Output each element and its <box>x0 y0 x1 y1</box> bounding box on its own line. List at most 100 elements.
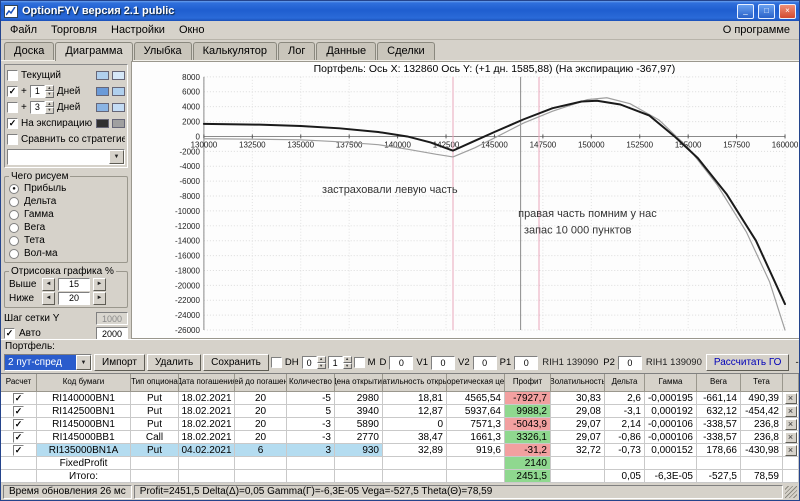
p1-input[interactable]: 0 <box>514 356 538 370</box>
tab-deals[interactable]: Сделки <box>377 42 435 60</box>
spin-down-icon[interactable]: ▼ <box>45 91 54 98</box>
spin-down-icon[interactable]: ▼ <box>45 107 54 114</box>
table-row[interactable]: Итого:2451,50,05-6,3E-05-527,578,59 <box>1 470 799 483</box>
draw-option-vega[interactable]: Вега <box>9 221 123 234</box>
save-button[interactable]: Сохранить <box>203 354 269 371</box>
tab-diagram[interactable]: Диаграмма <box>55 42 132 61</box>
chevron-down-icon[interactable]: ▼ <box>76 355 91 370</box>
column-header[interactable]: Гамма <box>645 374 697 392</box>
v2-input[interactable]: 0 <box>473 356 497 370</box>
column-header[interactable]: Волатильность <box>551 374 605 392</box>
table-row[interactable]: FixedProfit2140 <box>1 457 799 470</box>
column-header[interactable]: Теоретическая цена <box>447 374 505 392</box>
table-row[interactable]: ✓RI140000BN1Put18.02.202120-5298018,8145… <box>1 392 799 405</box>
menu-about[interactable]: О программе <box>716 22 797 38</box>
m-checkbox[interactable] <box>354 357 365 368</box>
delete-button[interactable]: Удалить <box>147 354 201 371</box>
import-button[interactable]: Импорт <box>94 354 145 371</box>
decrease-button[interactable]: ◄ <box>42 292 55 305</box>
color-swatch[interactable] <box>112 71 125 80</box>
draw-option-theta[interactable]: Тета <box>9 234 123 247</box>
column-header[interactable] <box>783 374 799 392</box>
draw-what-title: Чего рисуем <box>9 171 70 182</box>
increase-button[interactable]: ► <box>93 292 106 305</box>
dh-checkbox[interactable] <box>271 357 282 368</box>
color-swatch[interactable] <box>96 87 109 96</box>
row-close-button[interactable]: × <box>785 393 797 404</box>
column-header[interactable]: Профит <box>505 374 551 392</box>
tab-smile[interactable]: Улыбка <box>134 42 192 60</box>
column-header[interactable]: Код бумаги <box>37 374 131 392</box>
column-header[interactable]: Цена открытия <box>335 374 383 392</box>
column-header[interactable]: Тип опциона <box>131 374 179 392</box>
curve-label-plus1: Дней <box>57 86 93 97</box>
table-row[interactable]: ✓RI145000BB1Call18.02.202120-3277038,471… <box>1 431 799 444</box>
minimize-button[interactable]: _ <box>737 4 754 19</box>
menu-trade[interactable]: Торговля <box>44 22 104 38</box>
column-header[interactable]: Расчет <box>1 374 37 392</box>
column-header[interactable]: Дней до погашения <box>235 374 287 392</box>
curve-checkbox-expiration[interactable]: ✓ <box>7 118 18 129</box>
tab-calculator[interactable]: Калькулятор <box>193 42 277 60</box>
color-swatch[interactable] <box>96 103 109 112</box>
column-header[interactable]: Дата погашения <box>179 374 235 392</box>
close-button[interactable]: × <box>779 4 796 19</box>
auto-grid-checkbox[interactable]: ✓ <box>4 328 15 339</box>
v1-input[interactable]: 0 <box>431 356 455 370</box>
dh-spinner-2[interactable]: 1▲▼ <box>328 356 352 369</box>
menu-file[interactable]: Файл <box>3 22 44 38</box>
row-checkbox[interactable]: ✓ <box>13 445 24 456</box>
color-swatch[interactable] <box>112 103 125 112</box>
spin-down-icon[interactable]: ▼ <box>317 363 326 370</box>
tab-data[interactable]: Данные <box>316 42 376 60</box>
curve-checkbox-plus1[interactable]: ✓ <box>7 86 18 97</box>
days-spinner-plus3[interactable]: 3▲▼ <box>30 101 54 114</box>
p2-input[interactable]: 0 <box>618 356 642 370</box>
strategy-combo[interactable]: ▼ <box>7 149 125 165</box>
column-header[interactable]: Вега <box>697 374 741 392</box>
row-checkbox[interactable]: ✓ <box>13 393 24 404</box>
column-header[interactable]: Волатильность открытия <box>383 374 447 392</box>
chevron-down-icon[interactable]: ▼ <box>109 150 124 164</box>
column-header[interactable]: Количество <box>287 374 335 392</box>
days-spinner-plus1[interactable]: 1▲▼ <box>30 85 54 98</box>
row-close-button[interactable]: × <box>785 445 797 456</box>
color-swatch[interactable] <box>96 71 109 80</box>
tab-board[interactable]: Доска <box>4 42 54 60</box>
color-swatch[interactable] <box>96 119 109 128</box>
column-header[interactable]: Тета <box>741 374 783 392</box>
payoff-chart[interactable]: -26000-24000-22000-20000-18000-16000-140… <box>131 61 799 339</box>
maximize-button[interactable]: □ <box>758 4 775 19</box>
menu-window[interactable]: Окно <box>172 22 212 38</box>
decrease-button[interactable]: ◄ <box>42 278 55 291</box>
row-close-button[interactable]: × <box>785 432 797 443</box>
grid-step-y-input[interactable]: 1000 <box>96 312 128 325</box>
table-row[interactable]: ✓RI142500BN1Put18.02.2021205394012,87593… <box>1 405 799 418</box>
d-input[interactable]: 0 <box>389 356 413 370</box>
draw-option-delta[interactable]: Дельта <box>9 195 123 208</box>
table-row[interactable]: ✓RI145000BN1Put18.02.202120-3589007571,3… <box>1 418 799 431</box>
row-checkbox[interactable]: ✓ <box>13 406 24 417</box>
draw-option-gamma[interactable]: Гамма <box>9 208 123 221</box>
spin-down-icon[interactable]: ▼ <box>343 363 352 370</box>
color-swatch[interactable] <box>112 87 125 96</box>
row-close-button[interactable]: × <box>785 406 797 417</box>
dh-spinner-1[interactable]: 0▲▼ <box>302 356 326 369</box>
row-checkbox[interactable]: ✓ <box>13 432 24 443</box>
tab-log[interactable]: Лог <box>278 42 315 60</box>
row-checkbox[interactable]: ✓ <box>13 419 24 430</box>
table-row[interactable]: ✓RI135000BN1APut04.02.20216393032,89919,… <box>1 444 799 457</box>
portfolio-combo[interactable]: 2 пут-спред ▼ <box>4 354 92 371</box>
column-header[interactable]: Дельта <box>605 374 645 392</box>
menu-settings[interactable]: Настройки <box>104 22 172 38</box>
curve-checkbox-plus3[interactable] <box>7 102 18 113</box>
curve-checkbox-current[interactable] <box>7 70 18 81</box>
increase-button[interactable]: ► <box>93 278 106 291</box>
resize-grip[interactable] <box>785 486 797 498</box>
compare-checkbox[interactable] <box>7 134 18 145</box>
row-close-button[interactable]: × <box>785 419 797 430</box>
draw-option-profit[interactable]: ●Прибыль <box>9 182 123 195</box>
calc-margin-button[interactable]: Рассчитать ГО <box>706 354 790 371</box>
draw-option-volma[interactable]: Вол-ма <box>9 247 123 260</box>
color-swatch[interactable] <box>112 119 125 128</box>
